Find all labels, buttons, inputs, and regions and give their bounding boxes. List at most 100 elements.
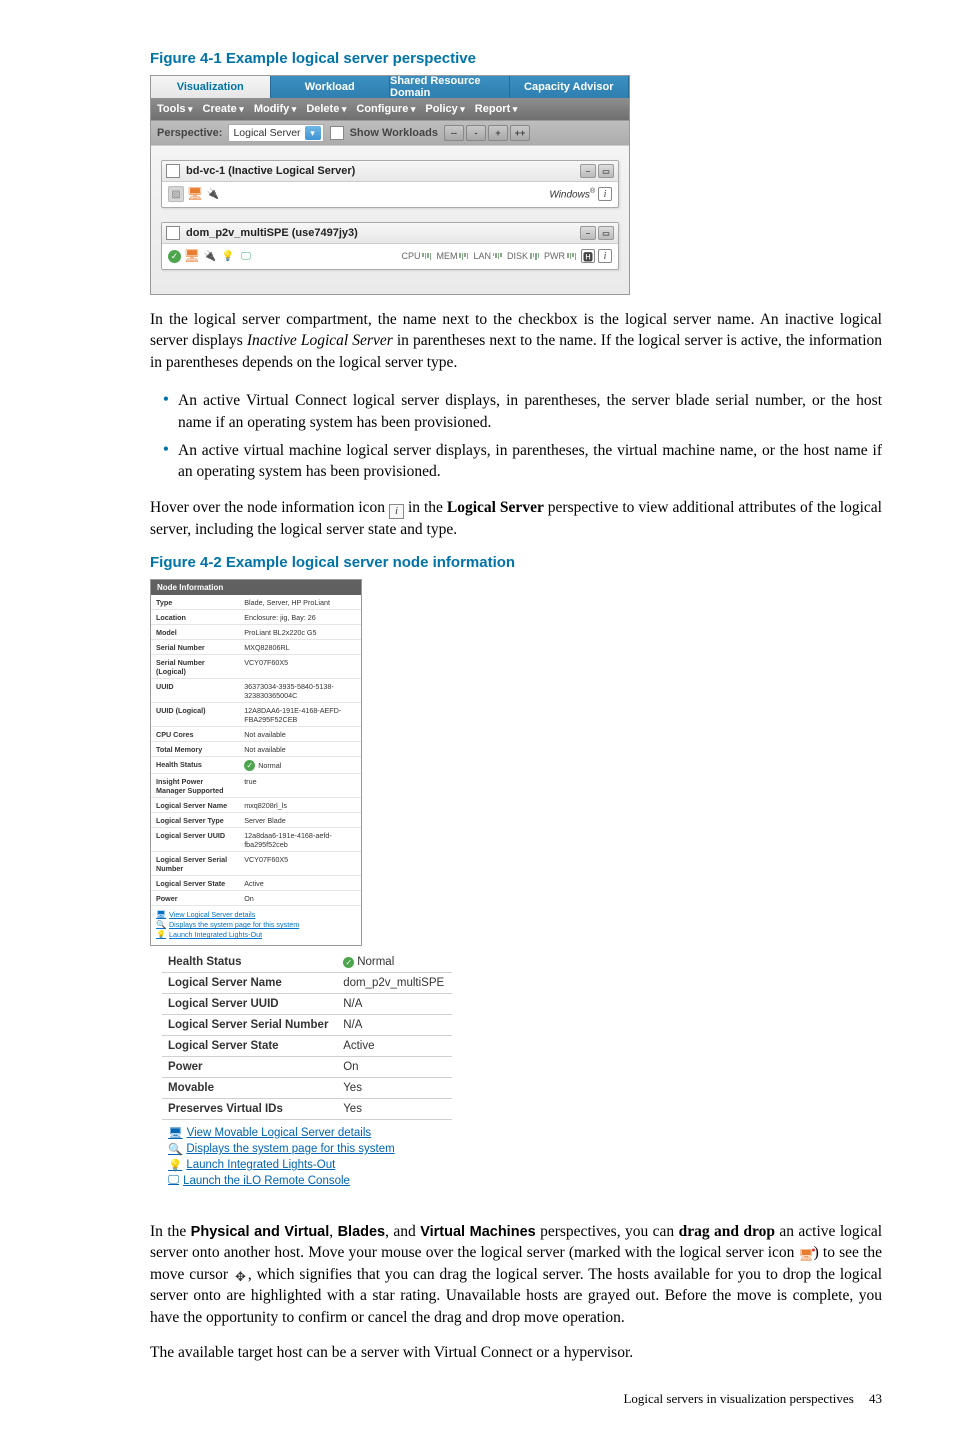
card-checkbox[interactable]: [166, 164, 180, 178]
row-label: Insight Power Manager Supported: [151, 774, 239, 798]
zoom-in-button[interactable]: +: [488, 125, 508, 141]
toolbar-modify-menu[interactable]: Modify: [254, 103, 296, 115]
show-workloads-checkbox[interactable]: [330, 126, 344, 140]
row-label: Logical Server Type: [151, 813, 239, 828]
collapse-icon[interactable]: –: [580, 226, 596, 240]
figure-4-2-title: Figure 4-2 Example logical server node i…: [150, 554, 882, 571]
row-label: Logical Server UUID: [151, 828, 239, 852]
row-label: Location: [151, 610, 239, 625]
row-value: On: [337, 1057, 452, 1078]
bullet-list: An active Virtual Connect logical server…: [150, 387, 882, 483]
logical-server-icon: 🖥: [185, 249, 199, 263]
toolbar-create-menu[interactable]: Create: [203, 103, 244, 115]
table-row: UUID36373034-3935-5840-5138-323830365004…: [151, 679, 361, 703]
tab-visualization[interactable]: Visualization: [151, 76, 271, 98]
paragraph-1: In the logical server compartment, the n…: [150, 309, 882, 373]
link-icon: 💡: [156, 930, 166, 939]
perspective-select-value: Logical Server: [233, 127, 300, 139]
minimize-icon[interactable]: ▭: [598, 226, 614, 240]
node-info-expanded-table: Health Status✓NormalLogical Server Named…: [162, 952, 452, 1120]
logical-server-card-inactive: bd-vc-1 (Inactive Logical Server) – ▭ ▨ …: [161, 160, 619, 208]
zoom-controls: -- - + ++: [444, 125, 530, 141]
row-value: Server Blade: [239, 813, 361, 828]
footer-page-number: 43: [869, 1391, 882, 1406]
row-label: Logical Server Name: [162, 973, 337, 994]
node-info-icon[interactable]: i: [598, 249, 612, 263]
table-row: Logical Server Serial NumberN/A: [162, 1015, 452, 1036]
link[interactable]: 💡Launch Integrated Lights-Out: [168, 1158, 446, 1172]
zoom-out-button[interactable]: -: [466, 125, 486, 141]
figure-4-2-small-panel: Node Information TypeBlade, Server, HP P…: [150, 579, 362, 946]
perspective-label: Perspective:: [157, 127, 222, 139]
paragraph-3: In the Physical and Virtual, Blades, and…: [150, 1221, 882, 1328]
node-info-icon[interactable]: i: [598, 187, 612, 201]
row-value: Blade, Server, HP ProLiant: [239, 595, 361, 610]
link-icon: 🖥: [156, 910, 166, 919]
zoom-in-full-button[interactable]: ++: [510, 125, 530, 141]
link-icon: 🖵: [168, 1174, 179, 1187]
info-icon: i: [389, 504, 404, 519]
row-label: Serial Number (Logical): [151, 655, 239, 679]
toolbar-policy-menu[interactable]: Policy: [425, 103, 464, 115]
page-footer: Logical servers in visualization perspec…: [150, 1391, 882, 1407]
table-row: UUID (Logical)12A8DAA6-191E-4168-AEFD-FB…: [151, 703, 361, 727]
table-row: Health Status✓Normal: [162, 952, 452, 973]
link[interactable]: 💡Launch Integrated Lights-Out: [156, 930, 356, 939]
link-icon: 🔍: [168, 1142, 182, 1156]
tab-shared-resource-domain[interactable]: Shared Resource Domain: [390, 76, 510, 98]
table-row: Logical Server StateActive: [151, 876, 361, 891]
card-checkbox[interactable]: [166, 226, 180, 240]
collapse-icon[interactable]: –: [580, 164, 596, 178]
toolbar-tools-menu[interactable]: Tools: [157, 103, 193, 115]
row-label: Health Status: [162, 952, 337, 973]
node-info-expanded-links: 🖥View Movable Logical Server details 🔍Dis…: [162, 1120, 452, 1193]
meter-pwr: PWR: [544, 251, 578, 261]
meter-lan: LAN: [473, 251, 504, 261]
link[interactable]: 🖥View Logical Server details: [156, 910, 356, 919]
row-value: 12A8DAA6-191E-4168-AEFD-FBA295F52CEB: [239, 703, 361, 727]
link[interactable]: 🔍Displays the system page for this syste…: [168, 1142, 446, 1156]
row-value: Yes: [337, 1078, 452, 1099]
figure-4-1: Visualization Workload Shared Resource D…: [150, 75, 630, 295]
row-label: Logical Server Name: [151, 798, 239, 813]
toolbar-report-menu[interactable]: Report: [475, 103, 517, 115]
table-row: Total MemoryNot available: [151, 742, 361, 757]
status-ok-icon: ✓: [168, 250, 181, 263]
dropdown-icon: ▾: [305, 126, 321, 140]
row-value: true: [239, 774, 361, 798]
link[interactable]: 🖵Launch the iLO Remote Console: [168, 1174, 446, 1187]
status-pending-icon: ▨: [168, 186, 184, 202]
row-value: Active: [337, 1036, 452, 1057]
link[interactable]: 🖥View Movable Logical Server details: [168, 1126, 446, 1140]
row-label: Type: [151, 595, 239, 610]
logical-server-icon: 🖥: [188, 187, 202, 201]
table-row: Serial NumberMXQ82806RL: [151, 640, 361, 655]
row-value: VCY07F60X5: [239, 655, 361, 679]
status-ok-icon: ✓: [343, 957, 354, 968]
table-row: MovableYes: [162, 1078, 452, 1099]
row-value: 36373034-3935-5840-5138-323830365004C: [239, 679, 361, 703]
minimize-icon[interactable]: ▭: [598, 164, 614, 178]
row-value: MXQ82806RL: [239, 640, 361, 655]
row-label: CPU Cores: [151, 727, 239, 742]
table-row: Logical Server UUID12a8daa6-191e-4168-ae…: [151, 828, 361, 852]
paragraph-2: Hover over the node information icon i i…: [150, 497, 882, 540]
card-title: dom_p2v_multiSPE (use7497jy3): [186, 227, 358, 239]
row-label: Logical Server State: [162, 1036, 337, 1057]
table-row: Logical Server Serial NumberVCY07F60X5: [151, 852, 361, 876]
row-value: Not available: [239, 727, 361, 742]
meter-disk: DISK: [507, 251, 541, 261]
table-row: Insight Power Manager Supportedtrue: [151, 774, 361, 798]
toolbar-configure-menu[interactable]: Configure: [356, 103, 415, 115]
row-value: Enclosure: jig, Bay: 26: [239, 610, 361, 625]
perspective-select[interactable]: Logical Server ▾: [228, 124, 323, 142]
link-icon: 🖥: [168, 1126, 183, 1140]
tab-workload[interactable]: Workload: [271, 76, 391, 98]
tab-capacity-advisor[interactable]: Capacity Advisor: [510, 76, 630, 98]
bullet-2: An active virtual machine logical server…: [178, 437, 882, 483]
zoom-out-full-button[interactable]: --: [444, 125, 464, 141]
row-label: Total Memory: [151, 742, 239, 757]
table-row: TypeBlade, Server, HP ProLiant: [151, 595, 361, 610]
link[interactable]: 🔍Displays the system page for this syste…: [156, 920, 356, 929]
toolbar-delete-menu[interactable]: Delete: [306, 103, 346, 115]
